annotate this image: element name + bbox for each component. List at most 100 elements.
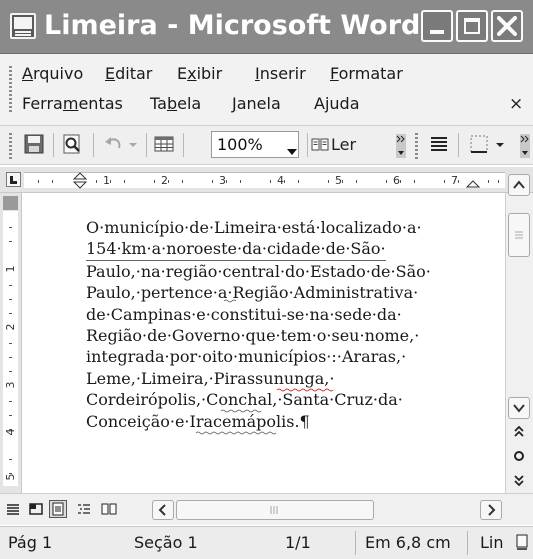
horizontal-scroll-thumb[interactable]: [176, 500, 374, 520]
chevron-down-icon: [496, 143, 504, 147]
formatting-toolbar-grip[interactable]: [415, 133, 418, 159]
vertical-scroll-thumb[interactable]: [508, 213, 530, 257]
previous-page-button[interactable]: [508, 421, 530, 443]
word-app-icon[interactable]: [10, 13, 36, 39]
chevron-down-icon: [513, 404, 525, 413]
read-mode-icon: [311, 138, 329, 151]
normal-view-button[interactable]: [4, 500, 22, 518]
toolbar-grip[interactable]: [9, 133, 12, 159]
menu-bar-grip[interactable]: [9, 66, 12, 114]
status-separator: [355, 531, 356, 555]
chevron-right-icon: [396, 135, 405, 155]
vertical-ruler-ticks: [9, 227, 12, 474]
ruler-number: 1: [103, 174, 110, 187]
minimize-icon: [430, 30, 444, 34]
scroll-right-button[interactable]: [480, 500, 502, 520]
undo-icon: [105, 137, 121, 149]
close-document-button[interactable]: ×: [509, 92, 523, 116]
menu-formatar[interactable]: Formatar: [330, 62, 403, 86]
close-icon: [497, 16, 517, 36]
status-separator: [467, 531, 468, 555]
borders-dropdown[interactable]: [494, 134, 506, 154]
scroll-left-button[interactable]: [152, 500, 174, 520]
table-icon: [154, 136, 174, 152]
web-layout-icon: [29, 503, 43, 515]
ruler-number: 3: [219, 174, 226, 187]
browse-object-icon: [514, 451, 524, 461]
book-icon: [516, 534, 528, 550]
status-bar: [0, 526, 533, 559]
insert-table-button[interactable]: [152, 132, 176, 156]
ruler-number: 4: [277, 174, 284, 187]
toolbar-separator: [146, 133, 147, 157]
ruler-number: 6: [393, 174, 400, 187]
reading-layout-icon: [101, 503, 117, 515]
toolbar-options-chevron[interactable]: [396, 134, 406, 158]
status-page-count: 1/1: [285, 533, 311, 552]
zoom-dropdown[interactable]: [287, 141, 297, 160]
menu-ferramentas[interactable]: Ferramentas: [22, 92, 123, 116]
chevron-right-icon: [520, 135, 529, 155]
maximize-button[interactable]: [456, 10, 488, 42]
grip-icon: [515, 231, 523, 239]
menu-ajuda[interactable]: Ajuda: [314, 92, 360, 116]
spell-check-marks: [195, 299, 334, 435]
web-layout-button[interactable]: [27, 500, 45, 518]
vertical-ruler-number: 4: [4, 428, 17, 436]
status-section: Seção 1: [134, 533, 198, 552]
borders-button[interactable]: [467, 132, 491, 156]
menu-editar[interactable]: Editar: [105, 62, 152, 86]
tab-selector[interactable]: [6, 172, 21, 187]
print-layout-icon: [52, 502, 64, 516]
minimize-button[interactable]: [421, 10, 453, 42]
ruler-number: 2: [161, 174, 168, 187]
status-line: Lin: [480, 533, 504, 552]
chevron-down-icon: [287, 149, 297, 155]
window-title: Limeira - Microsoft Word: [44, 10, 421, 41]
vertical-ruler-number: 2: [4, 323, 17, 331]
status-page: Pág 1: [8, 533, 53, 552]
justify-button[interactable]: [427, 132, 451, 156]
status-position: Em 6,8 cm: [365, 533, 451, 552]
align-justify-icon: [431, 137, 447, 151]
print-preview-icon: [63, 134, 80, 154]
chevron-down-icon: [129, 143, 137, 147]
undo-dropdown[interactable]: [127, 134, 139, 154]
scroll-up-button[interactable]: [508, 174, 530, 196]
ruler-number: 5: [335, 174, 342, 187]
borders-icon: [470, 135, 488, 153]
read-label-text: Ler: [331, 135, 357, 154]
menu-inserir[interactable]: Inserir: [255, 62, 306, 86]
save-icon: [24, 134, 44, 154]
vertical-ruler-margin: [3, 196, 18, 210]
print-layout-button[interactable]: [49, 500, 67, 518]
select-browse-object-button[interactable]: [508, 445, 530, 467]
toolbar-separator: [183, 133, 184, 157]
read-mode-label[interactable]: Ler: [331, 132, 356, 157]
save-button[interactable]: [22, 132, 46, 156]
menu-janela[interactable]: Janela: [232, 92, 281, 116]
reading-layout-button[interactable]: [100, 500, 118, 518]
normal-view-icon: [7, 504, 19, 515]
outline-view-icon: [78, 504, 90, 514]
close-window-button[interactable]: [491, 10, 523, 42]
menu-arquivo[interactable]: Arquivo: [22, 62, 83, 86]
undo-button[interactable]: [101, 132, 125, 156]
toolbar-separator: [53, 133, 54, 157]
chevron-up-icon: [513, 180, 525, 189]
menu-tabela[interactable]: Tabela: [150, 92, 201, 116]
formatting-options-chevron[interactable]: [520, 134, 530, 158]
read-mode-button[interactable]: [311, 136, 329, 152]
next-page-button[interactable]: [508, 469, 530, 491]
vertical-ruler-number: 5: [4, 473, 17, 481]
menu-exibir[interactable]: Exibir: [177, 62, 222, 86]
vertical-ruler-number: 1: [4, 265, 17, 273]
outline-view-button[interactable]: [75, 500, 93, 518]
chevron-left-icon: [158, 504, 166, 516]
spelling-status-button[interactable]: [514, 532, 530, 552]
ruler-number: 7: [451, 174, 458, 187]
toolbar-separator: [93, 133, 94, 157]
scroll-down-button[interactable]: [508, 397, 530, 419]
zoom-value: 100%: [217, 135, 263, 154]
print-preview-button[interactable]: [60, 132, 84, 156]
